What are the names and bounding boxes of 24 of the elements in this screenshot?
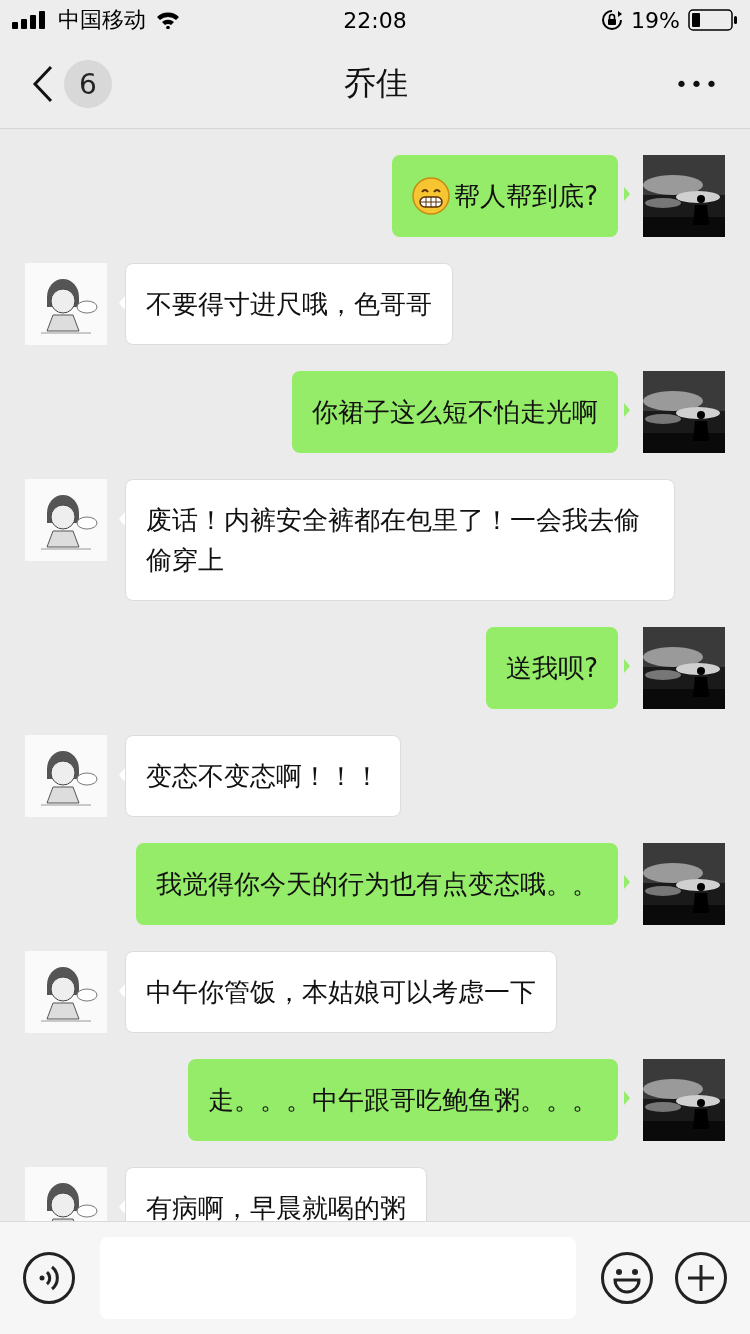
message-text: 不要得寸进尺哦，色哥哥	[146, 288, 432, 321]
message-text: 你裙子这么短不怕走光啊	[312, 396, 598, 429]
back-icon[interactable]	[32, 65, 54, 103]
message-text: 中午你管饭，本姑娘可以考虑一下	[146, 976, 536, 1009]
emoji-icon[interactable]	[600, 1251, 654, 1305]
message-text: 废话！内裤安全裤都在包里了！一会我去偷偷穿上	[146, 504, 641, 577]
wifi-icon	[156, 11, 180, 29]
chat-title: 乔佳	[344, 63, 408, 104]
rotation-lock-icon	[601, 9, 624, 31]
battery-icon	[688, 9, 738, 31]
signal-icon	[12, 11, 48, 29]
message-text: 变态不变态啊！！！	[146, 760, 380, 793]
message-text: 帮人帮到底?	[454, 180, 598, 213]
add-icon[interactable]	[674, 1251, 728, 1305]
message-text: 送我呗?	[506, 652, 598, 685]
message-text: 有病啊，早晨就喝的粥	[146, 1192, 406, 1221]
more-button[interactable]: •••	[570, 71, 720, 97]
carrier-name: 中国移动	[58, 6, 146, 34]
unread-count-badge[interactable]: 6	[64, 60, 112, 108]
voice-icon[interactable]	[22, 1251, 76, 1305]
message-text: 走。。。中午跟哥吃鲍鱼粥。。。	[208, 1084, 598, 1117]
battery-percent: 19%	[631, 7, 680, 33]
clock-time: 22:08	[343, 7, 407, 33]
message-text: 我觉得你今天的行为也有点变态哦。。	[156, 868, 598, 901]
